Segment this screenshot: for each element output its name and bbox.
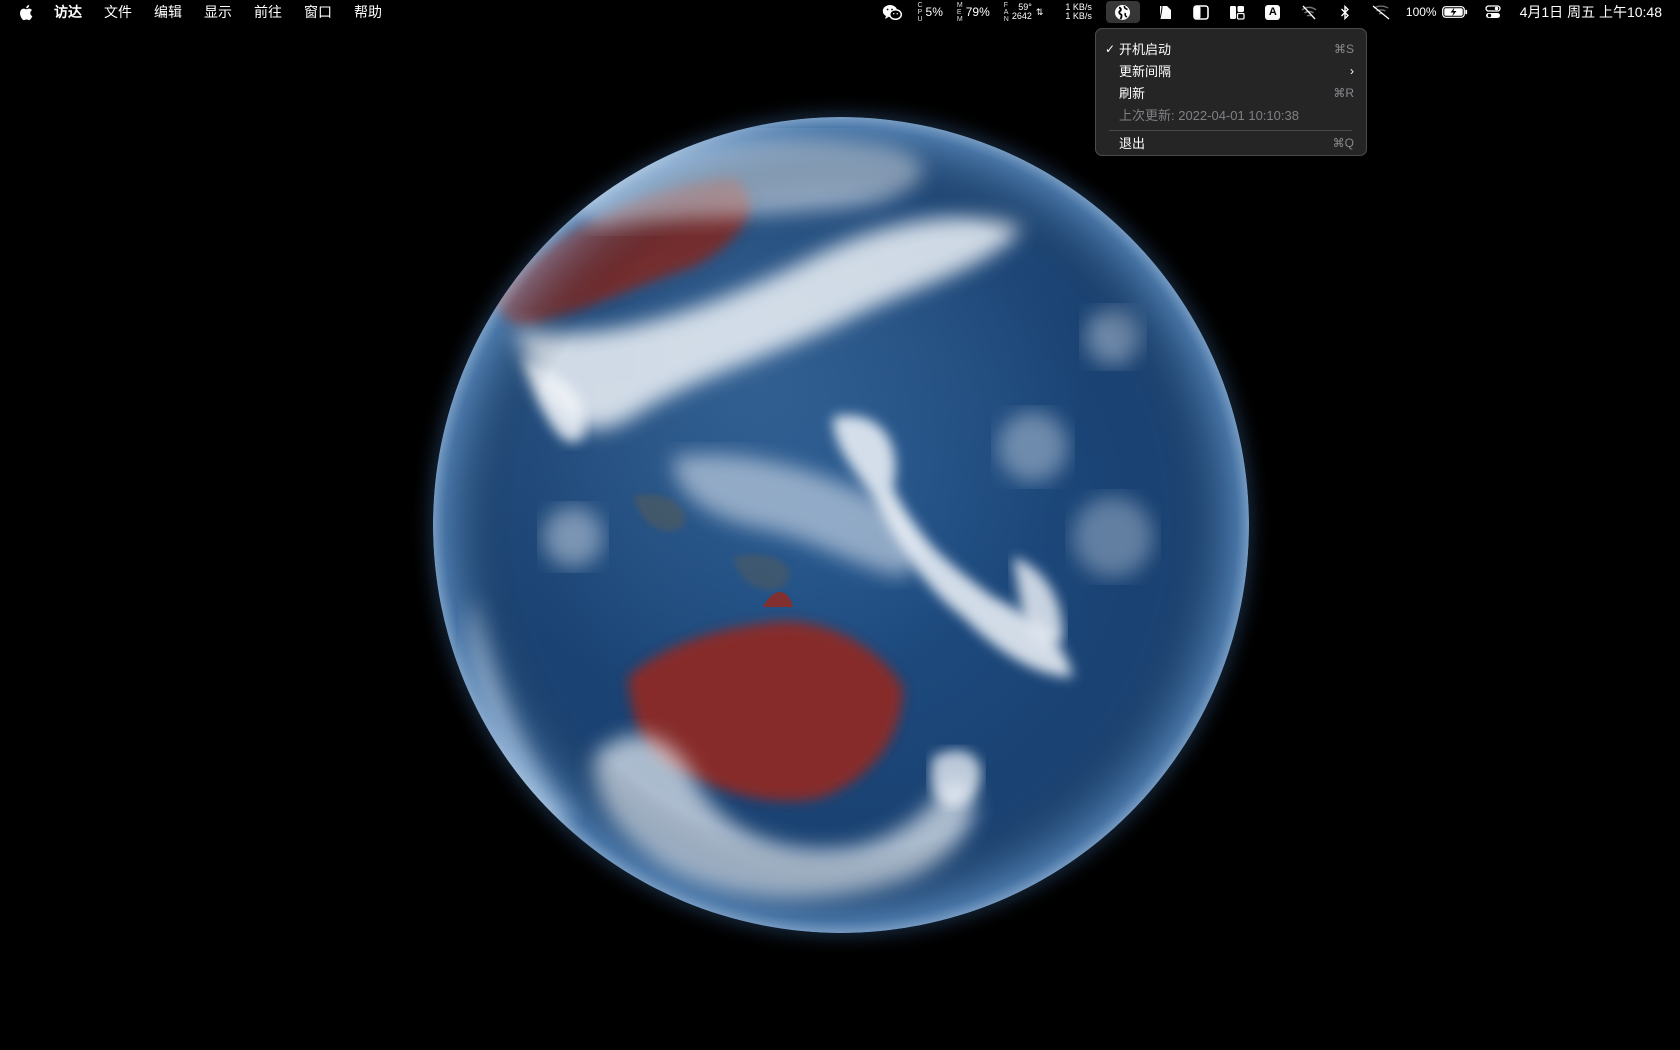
status-area: C P U 5% M E M 79% F A N 59° 2642 ⇅ 1 KB…	[867, 0, 1662, 24]
sensor-values: 59° 2642	[1012, 3, 1032, 21]
cpu-label-line: P	[917, 8, 923, 16]
mem-label-line: M	[956, 1, 963, 9]
mem-label: M E M	[957, 2, 963, 23]
clock[interactable]: 4月1日 周五 上午10:48	[1520, 2, 1662, 22]
network-values: 1 KB/s 1 KB/s	[1065, 3, 1092, 21]
battery-percent: 100%	[1405, 5, 1437, 19]
menu-item-last-updated: 上次更新: 2022-04-01 10:10:38	[1096, 104, 1366, 125]
layout-icon[interactable]	[1226, 2, 1248, 22]
menu-file[interactable]: 文件	[104, 2, 132, 22]
apple-icon[interactable]	[18, 3, 34, 21]
fan-label-line: F	[1003, 1, 1009, 9]
menu-item-shortcut: ⌘Q	[1332, 135, 1354, 150]
menu-item-quit[interactable]: 退出 ⌘Q	[1096, 132, 1366, 153]
cpu-label: C P U	[917, 2, 922, 23]
menu-go[interactable]: 前往	[254, 2, 282, 22]
cpu-label-line: U	[917, 15, 923, 23]
menu-bar-left: 访达 文件 编辑 显示 前往 窗口 帮助	[0, 0, 404, 24]
input-source-letter: A	[1265, 4, 1281, 20]
bluetooth-icon[interactable]	[1334, 2, 1356, 22]
checkmark-icon: ✓	[1105, 41, 1116, 56]
globe-icon[interactable]	[1105, 1, 1140, 23]
globe-dropdown-menu: ✓ 开机启动 ⌘S 更新间隔 › 刷新 ⌘R 上次更新: 2022-04-01 …	[1095, 28, 1367, 156]
menu-item-refresh[interactable]: 刷新 ⌘R	[1096, 82, 1366, 103]
menu-view[interactable]: 显示	[204, 2, 232, 22]
battery-status[interactable]: 100%	[1406, 5, 1468, 19]
doc-icon[interactable]	[1154, 2, 1176, 22]
battery-icon	[1441, 6, 1468, 18]
earth-wallpaper	[433, 117, 1249, 933]
mem-value: 79%	[965, 5, 990, 19]
net-down: 1 KB/s	[1065, 11, 1092, 21]
airplay-off-icon[interactable]	[1370, 2, 1392, 22]
memory-monitor[interactable]: M E M 79%	[957, 2, 990, 23]
menu-finder[interactable]: 访达	[54, 2, 82, 22]
fan-label-line: A	[1003, 8, 1009, 16]
menu-item-label: 退出	[1119, 136, 1146, 151]
menu-help[interactable]: 帮助	[354, 2, 382, 22]
menu-bar: 访达 文件 编辑 显示 前往 窗口 帮助 C P U 5% M E M 79% …	[0, 0, 1680, 24]
sensor-monitor[interactable]: F A N 59° 2642 ⇅	[1004, 2, 1044, 23]
last-updated-label: 上次更新: 2022-04-01 10:10:38	[1119, 108, 1299, 123]
arrows-icon: ⇅	[1035, 6, 1044, 17]
menu-item-shortcut: ⌘S	[1333, 41, 1354, 56]
cpu-monitor[interactable]: C P U 5%	[917, 2, 942, 23]
network-monitor[interactable]: 1 KB/s 1 KB/s	[1065, 3, 1092, 21]
fan-label: F A N	[1004, 2, 1009, 23]
wechat-icon[interactable]	[881, 2, 903, 22]
cpu-label-line: C	[917, 1, 923, 9]
input-source-icon[interactable]: A	[1262, 2, 1284, 22]
control-center-icon[interactable]	[1482, 2, 1504, 22]
fan-label-line: N	[1003, 15, 1009, 23]
mem-label-line: E	[956, 8, 962, 16]
menu-window[interactable]: 窗口	[304, 2, 332, 22]
menu-separator	[1109, 130, 1352, 131]
cpu-value: 5%	[925, 5, 943, 19]
chevron-right-icon: ›	[1350, 63, 1354, 78]
menu-item-label: 更新间隔	[1119, 64, 1172, 79]
earth-illustration	[433, 117, 1249, 933]
mem-label-line: M	[956, 15, 963, 23]
sensor-rpm: 2642	[1011, 11, 1032, 21]
menu-item-shortcut: ⌘R	[1333, 85, 1354, 100]
sidebar-icon[interactable]	[1190, 2, 1212, 22]
menu-item-launch-at-login[interactable]: ✓ 开机启动 ⌘S	[1096, 38, 1366, 59]
menu-item-label: 刷新	[1119, 86, 1146, 101]
menu-item-label: 开机启动	[1119, 42, 1172, 57]
menu-item-update-interval[interactable]: 更新间隔 ›	[1096, 60, 1366, 81]
desktop: 访达 文件 编辑 显示 前往 窗口 帮助 C P U 5% M E M 79% …	[0, 0, 1680, 1050]
menu-edit[interactable]: 编辑	[154, 2, 182, 22]
wifi-off-icon[interactable]	[1298, 2, 1320, 22]
